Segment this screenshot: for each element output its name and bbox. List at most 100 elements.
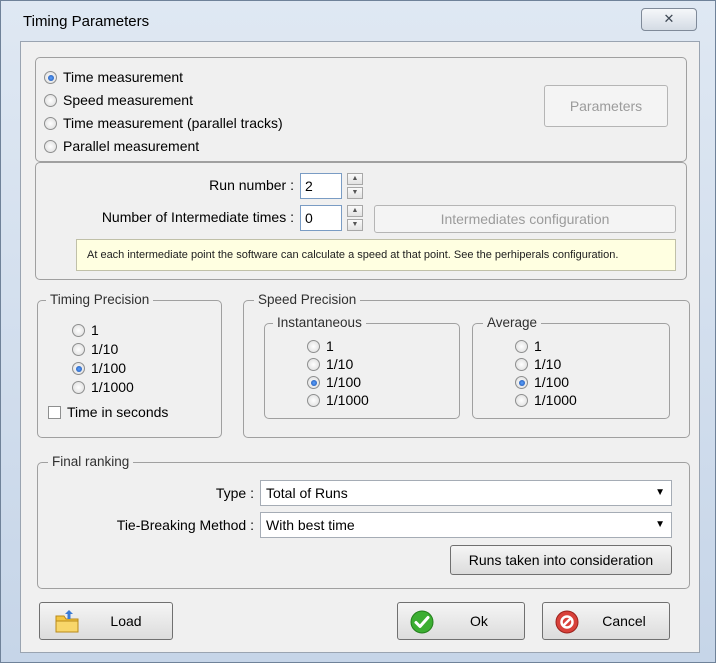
- radio-label: Time measurement (parallel tracks): [63, 115, 283, 131]
- instantaneous-precision-1[interactable]: 1: [307, 337, 334, 355]
- radio-time-measurement[interactable]: Time measurement: [44, 68, 183, 86]
- radio-label: Time measurement: [63, 69, 184, 85]
- radio-indicator: [72, 343, 85, 356]
- checkbox-indicator: [48, 406, 61, 419]
- tie-breaking-label: Tie-Breaking Method :: [116, 517, 254, 533]
- spin-up-icon[interactable]: ▲: [347, 205, 363, 217]
- average-legend: Average: [483, 315, 542, 331]
- radio-label: 1/1000: [91, 379, 134, 395]
- timing-precision-group: Timing Precision 1 1/10 1/100 1/1000 Tim…: [37, 292, 222, 438]
- measurement-mode-panel: Time measurement Speed measurement Time …: [35, 57, 687, 162]
- radio-label: Parallel measurement: [63, 138, 200, 154]
- timing-precision-1[interactable]: 1: [72, 321, 99, 339]
- chevron-down-icon: ▼: [655, 519, 665, 530]
- speed-precision-legend: Speed Precision: [254, 292, 361, 308]
- dialog-content: Time measurement Speed measurement Time …: [20, 41, 700, 653]
- run-number-input[interactable]: 2: [300, 173, 342, 199]
- radio-indicator: [515, 376, 528, 389]
- cancel-button[interactable]: Cancel: [542, 602, 670, 640]
- radio-indicator: [307, 376, 320, 389]
- runs-button-label: Runs taken into consideration: [468, 552, 654, 568]
- folder-icon: [55, 610, 79, 633]
- intermediate-info-note: At each intermediate point the software …: [76, 239, 676, 271]
- radio-label: 1: [326, 338, 334, 354]
- intermediates-configuration-button[interactable]: Intermediates configuration: [374, 205, 676, 233]
- radio-indicator: [72, 324, 85, 337]
- parameters-button[interactable]: Parameters: [544, 85, 668, 127]
- close-icon: ✕: [663, 11, 675, 26]
- timing-precision-legend: Timing Precision: [46, 292, 154, 308]
- radio-indicator: [307, 340, 320, 353]
- chevron-down-icon: ▼: [655, 487, 665, 498]
- radio-indicator: [515, 358, 528, 371]
- checkbox-label: Time in seconds: [67, 404, 169, 420]
- ok-button[interactable]: Ok: [397, 602, 525, 640]
- title-bar: Timing Parameters ✕: [1, 1, 716, 41]
- radio-label: 1/10: [534, 356, 562, 372]
- cancel-button-label: Cancel: [602, 613, 646, 629]
- final-ranking-group: Final ranking Type : Total of Runs ▼ Tie…: [37, 454, 690, 589]
- radio-label: 1/100: [91, 360, 127, 376]
- intermediate-times-label: Number of Intermediate times :: [101, 209, 294, 225]
- radio-indicator: [307, 394, 320, 407]
- radio-indicator: [515, 340, 528, 353]
- window-title: Timing Parameters: [23, 13, 150, 30]
- cancel-icon: [555, 610, 579, 634]
- radio-label: 1: [91, 322, 99, 338]
- radio-label: 1/100: [534, 374, 570, 390]
- intermediates-configuration-label: Intermediates configuration: [440, 211, 610, 227]
- average-group: Average 1 1/10 1/100 1/1000: [472, 315, 670, 419]
- speed-precision-group: Speed Precision Instantaneous 1 1/10 1/1…: [243, 292, 690, 438]
- timing-precision-1-10[interactable]: 1/10: [72, 340, 118, 358]
- timing-parameters-dialog: Timing Parameters ✕ Time measurement Spe…: [0, 0, 716, 663]
- timing-precision-1-1000[interactable]: 1/1000: [72, 378, 134, 396]
- ranking-type-value: Total of Runs: [266, 485, 348, 501]
- radio-parallel-measurement[interactable]: Parallel measurement: [44, 137, 199, 155]
- radio-indicator: [72, 381, 85, 394]
- radio-label: 1/10: [91, 341, 119, 357]
- spin-down-icon[interactable]: ▼: [347, 187, 363, 199]
- average-precision-1-10[interactable]: 1/10: [515, 355, 561, 373]
- radio-label: 1/10: [326, 356, 354, 372]
- load-button[interactable]: Load: [39, 602, 173, 640]
- parameters-button-label: Parameters: [569, 98, 643, 114]
- tie-breaking-value: With best time: [266, 517, 355, 533]
- spin-down-icon[interactable]: ▼: [347, 219, 363, 231]
- radio-label: Speed measurement: [63, 92, 193, 108]
- average-precision-1[interactable]: 1: [515, 337, 542, 355]
- runs-taken-into-consideration-button[interactable]: Runs taken into consideration: [450, 545, 672, 575]
- time-in-seconds-checkbox[interactable]: Time in seconds: [48, 403, 168, 421]
- radio-indicator: [44, 71, 57, 84]
- run-number-spinner[interactable]: ▲ ▼: [347, 173, 363, 199]
- ok-button-label: Ok: [470, 613, 488, 629]
- radio-indicator: [307, 358, 320, 371]
- radio-label: 1: [534, 338, 542, 354]
- spin-up-icon[interactable]: ▲: [347, 173, 363, 185]
- timing-precision-1-100[interactable]: 1/100: [72, 359, 126, 377]
- average-precision-1-1000[interactable]: 1/1000: [515, 391, 577, 409]
- instantaneous-precision-1-1000[interactable]: 1/1000: [307, 391, 369, 409]
- radio-label: 1/100: [326, 374, 362, 390]
- intermediate-times-input[interactable]: 0: [300, 205, 342, 231]
- radio-speed-measurement[interactable]: Speed measurement: [44, 91, 193, 109]
- average-precision-1-100[interactable]: 1/100: [515, 373, 569, 391]
- close-button[interactable]: ✕: [641, 8, 697, 31]
- radio-indicator: [44, 94, 57, 107]
- instantaneous-legend: Instantaneous: [273, 315, 366, 331]
- radio-indicator: [44, 140, 57, 153]
- instantaneous-precision-1-10[interactable]: 1/10: [307, 355, 353, 373]
- intermediate-times-spinner[interactable]: ▲ ▼: [347, 205, 363, 231]
- instantaneous-group: Instantaneous 1 1/10 1/100 1/1000: [264, 315, 460, 419]
- check-icon: [410, 610, 434, 634]
- radio-label: 1/1000: [326, 392, 369, 408]
- ranking-type-label: Type :: [215, 485, 254, 501]
- ranking-type-select[interactable]: Total of Runs ▼: [260, 480, 672, 506]
- radio-time-measurement-parallel[interactable]: Time measurement (parallel tracks): [44, 114, 283, 132]
- instantaneous-precision-1-100[interactable]: 1/100: [307, 373, 361, 391]
- load-button-label: Load: [110, 613, 142, 629]
- runs-panel: Run number : 2 ▲ ▼ Number of Intermediat…: [35, 162, 687, 280]
- tie-breaking-select[interactable]: With best time ▼: [260, 512, 672, 538]
- radio-label: 1/1000: [534, 392, 577, 408]
- radio-indicator: [44, 117, 57, 130]
- radio-indicator: [72, 362, 85, 375]
